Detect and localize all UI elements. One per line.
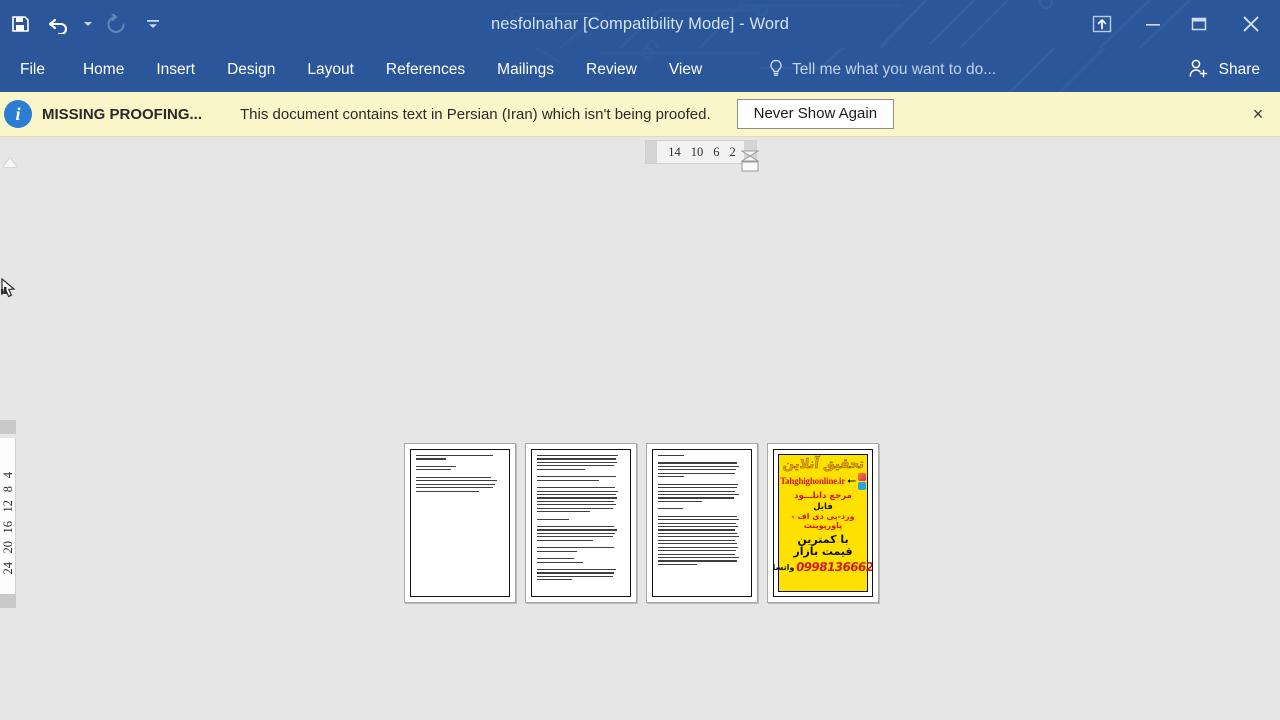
tab-file[interactable]: File [0, 48, 67, 92]
page-3-text-block [658, 455, 746, 567]
vertical-ruler-cap-bottom [0, 594, 16, 608]
ruler-tick-labels: 14 10 6 2 [646, 141, 758, 163]
vertical-ruler-tick-labels: 4 8 12 16 20 24 [0, 452, 16, 594]
save-icon[interactable] [0, 5, 40, 43]
tab-references[interactable]: References [370, 48, 481, 92]
quick-access-toolbar [0, 0, 170, 48]
page-4-content: تحقیق آنلاین ⭠ Tahghighonline.ir مرجع دا… [773, 449, 873, 597]
advert-line-3: ورد-پی دی اف - پاورپوینت [791, 512, 855, 531]
vruler-tick-8: 8 [0, 486, 15, 493]
restore-icon[interactable] [1176, 0, 1222, 48]
share-label: Share [1218, 61, 1260, 78]
page-thumbnails: تحقیق آنلاین ⭠ Tahghighonline.ir مرجع دا… [404, 443, 879, 603]
tab-mailings[interactable]: Mailings [481, 48, 570, 92]
document-workspace[interactable]: 14 10 6 2 4 8 12 16 20 24 تحقیق آنلاین ⭠… [0, 138, 1280, 720]
missing-proofing-message-bar: i MISSING PROOFING... This document cont… [0, 92, 1280, 137]
share-person-icon [1188, 58, 1210, 83]
advert-line-2: فایل [813, 501, 833, 512]
window-controls [1074, 0, 1280, 48]
advert-line-4: با کمترین قیمت بازار [793, 532, 853, 559]
tab-layout[interactable]: Layout [291, 48, 370, 92]
page-1-content [410, 449, 510, 597]
left-indent-marker-icon[interactable] [3, 158, 17, 167]
ruler-tick-6: 6 [713, 144, 720, 159]
advert-phone: 09981366624 [795, 560, 873, 575]
tell-me-search[interactable]: Tell me what you want to do... [768, 48, 996, 92]
message-bar-close-icon[interactable]: × [1246, 102, 1270, 126]
page-2[interactable] [525, 443, 637, 603]
vruler-tick-4: 4 [0, 471, 15, 478]
advert-title: تحقیق آنلاین [781, 457, 865, 472]
page-1[interactable] [404, 443, 516, 603]
info-icon: i [4, 100, 32, 128]
horizontal-ruler[interactable]: 14 10 6 2 [645, 140, 757, 164]
vruler-tick-24: 24 [0, 561, 15, 575]
ruler-tick-14: 14 [668, 144, 681, 159]
page-4[interactable]: تحقیق آنلاین ⭠ Tahghighonline.ir مرجع دا… [767, 443, 879, 603]
vruler-tick-20: 20 [0, 541, 15, 554]
advert-title-text: تحقیق آنلاین [781, 457, 865, 472]
title-bar: nesfolnahar [Compatibility Mode] - Word [0, 0, 1280, 48]
vruler-tick-16: 16 [0, 520, 15, 534]
share-button[interactable]: Share [1182, 48, 1266, 92]
customize-quick-access-icon[interactable] [136, 5, 170, 43]
tab-insert[interactable]: Insert [140, 48, 211, 92]
ribbon-tabs: File Home Insert Design Layout Reference… [0, 48, 718, 92]
tab-view[interactable]: View [653, 48, 718, 92]
message-bar-text: This document contains text in Persian (… [240, 105, 711, 123]
advert-url: Tahghighonline.ir [780, 476, 846, 487]
page-2-content [531, 449, 631, 597]
ruler-tick-2: 2 [729, 144, 736, 159]
message-bar-title: MISSING PROOFING... [42, 105, 203, 123]
page-3-content [652, 449, 752, 597]
undo-icon[interactable] [40, 5, 80, 43]
advert-poster: تحقیق آنلاین ⭠ Tahghighonline.ir مرجع دا… [774, 454, 872, 592]
mouse-cursor-icon [0, 277, 20, 300]
advert-url-row: ⭠ Tahghighonline.ir [780, 472, 866, 490]
tell-me-placeholder: Tell me what you want to do... [792, 61, 997, 78]
advert-social-icons [857, 472, 866, 490]
never-show-again-button[interactable]: Never Show Again [736, 98, 895, 130]
undo-dropdown-caret[interactable] [80, 5, 96, 43]
page-2-text-block [537, 455, 625, 583]
lightbulb-icon [768, 59, 784, 82]
instagram-icon [857, 472, 866, 481]
advert-phone-row: 09981366624 واتساپ [774, 560, 872, 574]
page-3[interactable] [646, 443, 758, 603]
minimize-icon[interactable] [1130, 0, 1176, 48]
vertical-ruler[interactable]: 4 8 12 16 20 24 [0, 438, 16, 608]
tab-home[interactable]: Home [67, 48, 140, 92]
redo-icon [96, 5, 136, 43]
ribbon-display-options-icon[interactable] [1074, 0, 1130, 48]
ruler-tick-10: 10 [690, 144, 704, 159]
advert-line-1: مرجع دانلـــود [794, 490, 852, 501]
telegram-icon [857, 481, 866, 490]
tab-review[interactable]: Review [570, 48, 653, 92]
word-window: nesfolnahar [Compatibility Mode] - Word [0, 0, 1280, 720]
tab-design[interactable]: Design [211, 48, 291, 92]
ribbon-tab-bar: File Home Insert Design Layout Reference… [0, 48, 1280, 92]
vertical-ruler-cap-top [0, 420, 16, 434]
advert-whatsapp-label: واتساپ [774, 562, 795, 572]
vruler-tick-12: 12 [0, 500, 15, 513]
close-icon[interactable] [1222, 0, 1280, 48]
arrow-left-icon: ⭠ [847, 474, 856, 487]
page-1-text-block [416, 455, 504, 494]
